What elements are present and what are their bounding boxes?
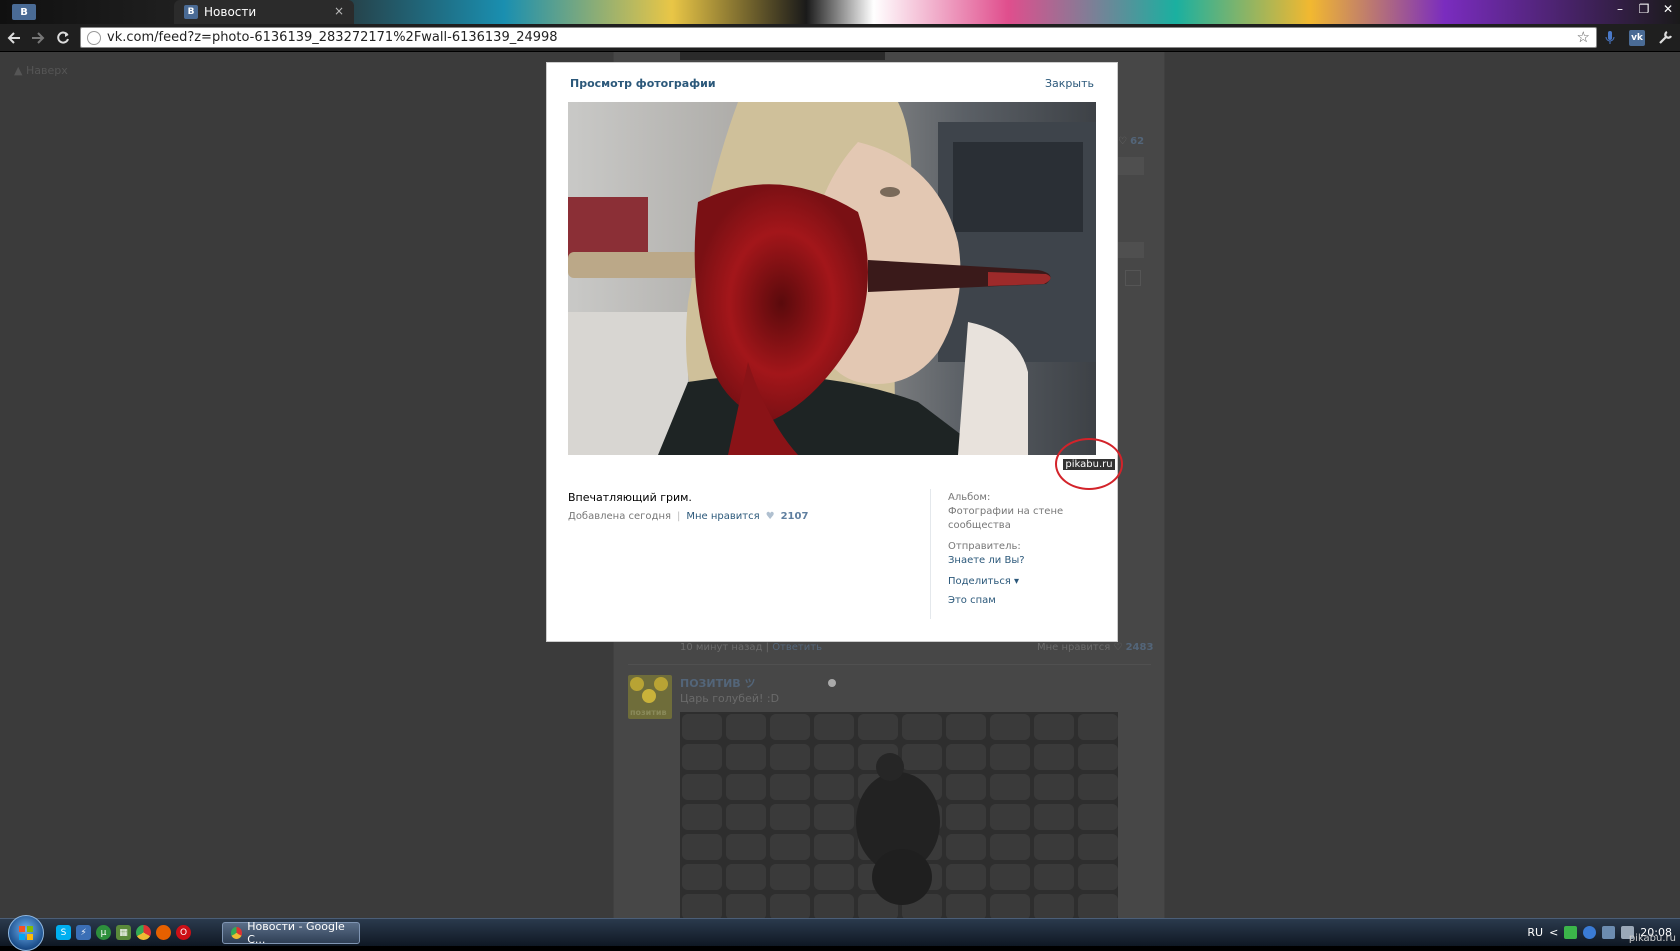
- start-button[interactable]: [8, 915, 44, 951]
- site-watermark: pikabu.ru: [1628, 933, 1676, 944]
- sender-link[interactable]: Знаете ли Вы?: [948, 554, 1098, 568]
- url-text: vk.com/feed?z=photo-6136139_283272171%2F…: [107, 30, 558, 45]
- photo-caption: Впечатляющий грим.: [568, 491, 692, 504]
- previous-post-meta: 10 минут назад | Ответить: [680, 642, 822, 653]
- page-info-icon[interactable]: [87, 30, 101, 45]
- scroll-to-top-link[interactable]: ▲ Наверх: [14, 64, 68, 77]
- chrome-icon[interactable]: [136, 925, 151, 940]
- language-indicator[interactable]: RU: [1527, 926, 1543, 939]
- close-tab-icon[interactable]: ×: [334, 4, 344, 18]
- address-bar[interactable]: vk.com/feed?z=photo-6136139_283272171%2F…: [80, 27, 1597, 48]
- opera-icon[interactable]: O: [176, 925, 191, 940]
- post-author[interactable]: ПОЗИТИВ ツ: [680, 675, 756, 691]
- side-block: [1118, 157, 1144, 175]
- album-name[interactable]: Фотографии на стене сообщества: [948, 505, 1098, 533]
- like-count: 2107: [780, 511, 809, 522]
- photo-viewer-modal: Просмотр фотографии Закрыть pikabu.ru Вп…: [546, 62, 1123, 642]
- pinned-tab[interactable]: В: [12, 4, 36, 20]
- browser-tabstrip: В В Новости × – ❐ ✕: [0, 0, 1680, 24]
- modal-title: Просмотр фотографии: [570, 77, 716, 90]
- heart-icon[interactable]: ♥: [766, 511, 775, 522]
- photo-meta: Добавлена сегодня | Мне нравится ♥ 2107: [568, 511, 809, 522]
- post-status-dot: [828, 679, 836, 687]
- window-controls: – ❐ ✕: [1608, 0, 1680, 18]
- back-arrow-icon[interactable]: [4, 28, 24, 48]
- skype-icon[interactable]: S: [56, 925, 71, 940]
- side-checkbox[interactable]: [1125, 270, 1141, 286]
- network-icon[interactable]: [1602, 926, 1616, 939]
- reply-link[interactable]: Ответить: [772, 642, 822, 653]
- tab-title: Новости: [204, 5, 257, 19]
- media-icon[interactable]: ⚡: [76, 925, 91, 940]
- chrome-icon: [231, 927, 243, 939]
- sender-info: Отправитель: Знаете ли Вы?: [948, 540, 1098, 568]
- like-link[interactable]: Мне нравится: [686, 511, 759, 522]
- microphone-icon[interactable]: [1600, 28, 1620, 48]
- report-spam-link[interactable]: Это спам: [948, 594, 1098, 608]
- maximize-button[interactable]: ❐: [1632, 0, 1656, 18]
- windows-logo-icon: [19, 926, 33, 940]
- close-link[interactable]: Закрыть: [1045, 77, 1094, 90]
- taskbar-chrome-window[interactable]: Новости - Google C...: [222, 920, 360, 946]
- forward-arrow-icon[interactable]: [28, 28, 48, 48]
- added-date: Добавлена сегодня: [568, 511, 671, 522]
- wrench-icon[interactable]: [1655, 28, 1675, 48]
- minimize-button[interactable]: –: [1608, 0, 1632, 18]
- makeup-photo[interactable]: [568, 102, 1096, 455]
- vk-favicon-icon: В: [184, 5, 198, 19]
- share-dropdown[interactable]: Поделиться ▾: [948, 575, 1098, 589]
- torrent-icon[interactable]: μ: [96, 925, 111, 940]
- previous-photo-edge: [680, 52, 885, 60]
- bookmark-star-icon[interactable]: ☆: [1577, 28, 1590, 46]
- post-divider: [628, 664, 1151, 665]
- reload-icon[interactable]: [53, 28, 73, 48]
- album-info: Альбом: Фотографии на стене сообщества: [948, 491, 1098, 533]
- details-divider: [930, 489, 931, 619]
- avatar[interactable]: позитив: [628, 675, 672, 719]
- post-text: Царь голубей! :D: [680, 692, 780, 705]
- previous-post-likes[interactable]: Мне нравится ♡ 2483: [1037, 642, 1153, 653]
- tab-news[interactable]: В Новости ×: [174, 0, 354, 24]
- tray-app-icon[interactable]: [1564, 926, 1578, 939]
- post-photo-pigeon[interactable]: [680, 712, 1118, 920]
- vk-extension-icon[interactable]: vk: [1629, 30, 1645, 46]
- side-like-count: ♡ 62: [1118, 136, 1145, 147]
- spreadsheet-icon[interactable]: ▦: [116, 925, 131, 940]
- tray-globe-icon[interactable]: [1583, 926, 1597, 939]
- firefox-icon[interactable]: [156, 925, 171, 940]
- close-window-button[interactable]: ✕: [1656, 0, 1680, 18]
- side-block-2: [1118, 242, 1144, 258]
- browser-toolbar: vk.com/feed?z=photo-6136139_283272171%2F…: [0, 24, 1680, 52]
- pikabu-watermark-circle: pikabu.ru: [1055, 438, 1123, 490]
- windows-taskbar: S ⚡ μ ▦ O Новости - Google C... RU < 20:…: [0, 915, 1680, 951]
- show-hidden-icons[interactable]: <: [1549, 926, 1558, 939]
